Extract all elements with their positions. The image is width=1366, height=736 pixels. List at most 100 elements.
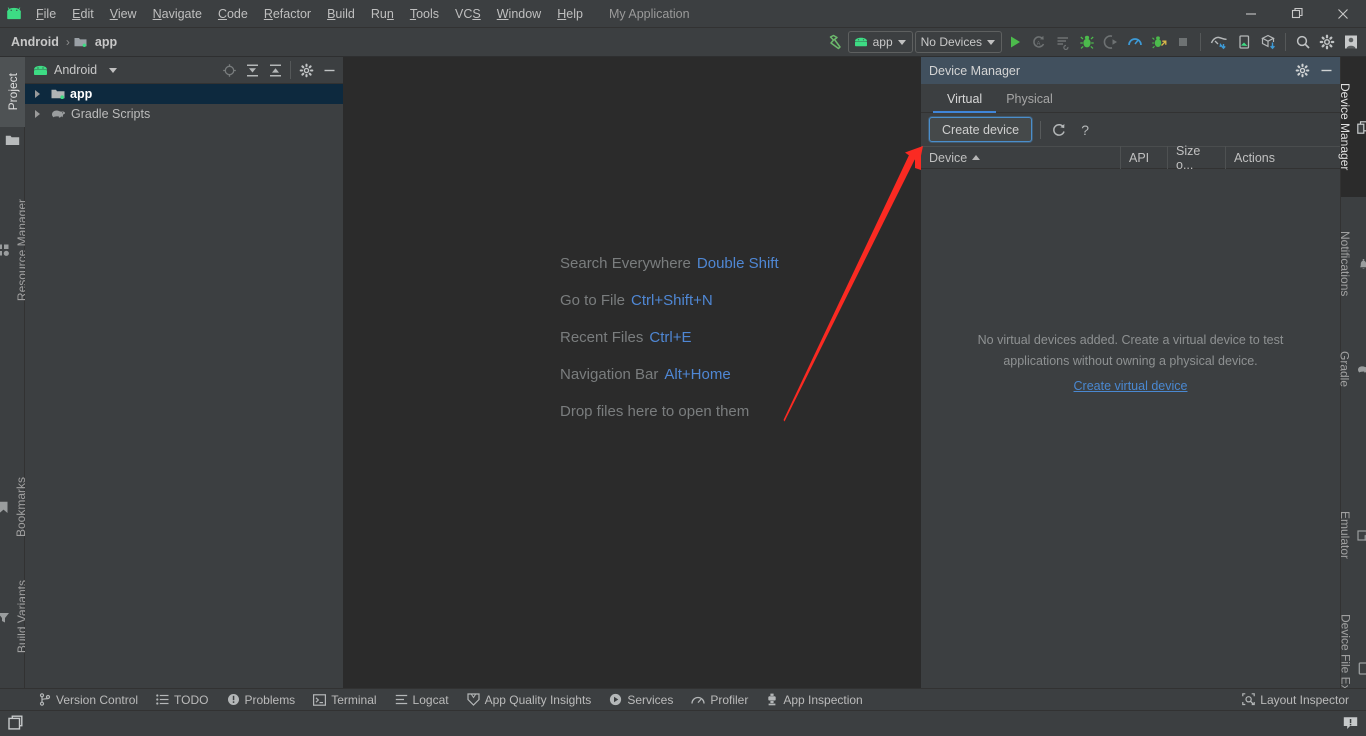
sidebar-item-bookmarks[interactable]: Bookmarks [0, 452, 28, 562]
menu-help[interactable]: Help [549, 0, 591, 28]
tree-item-gradle-scripts-label: Gradle Scripts [71, 107, 151, 121]
resource-manager-icon [0, 244, 10, 257]
bottom-item-layout-inspector[interactable]: Layout Inspector [1233, 689, 1358, 711]
debug-icon[interactable] [1076, 31, 1098, 53]
sidebar-item-notifications[interactable]: Notifications [1338, 205, 1366, 323]
breadcrumb-android[interactable]: Android [8, 33, 62, 51]
run-configuration-selector[interactable]: app [847, 31, 913, 53]
device-manager-toolbar-separator [1040, 120, 1042, 139]
tab-virtual[interactable]: Virtual [932, 92, 997, 113]
attach-debugger-icon[interactable] [1100, 31, 1122, 53]
bottom-item-terminal-label: Terminal [331, 692, 377, 707]
settings-gear-icon[interactable] [1316, 31, 1338, 53]
column-header-actions[interactable]: Actions [1226, 146, 1340, 169]
column-header-size-on-disk[interactable]: Size o... [1168, 144, 1226, 172]
device-selector[interactable]: No Devices [914, 31, 1002, 53]
settings-gear-icon[interactable] [296, 60, 316, 80]
android-head-icon [33, 65, 48, 76]
hint-go-to-file-shortcut: Ctrl+Shift+N [631, 292, 713, 309]
device-table-body: No virtual devices added. Create a virtu… [921, 170, 1340, 688]
bottom-item-logcat[interactable]: Logcat [386, 689, 458, 711]
bottom-bar-right: Layout Inspector [1233, 689, 1366, 711]
menu-window[interactable]: Window [489, 0, 549, 28]
run-with-coverage-icon[interactable] [1052, 31, 1074, 53]
editor-hints: Search Everywhere Double Shift Go to File… [560, 255, 779, 420]
refresh-icon[interactable] [1049, 120, 1069, 140]
tree-item-gradle-scripts[interactable]: Gradle Scripts [25, 104, 343, 124]
hide-icon[interactable] [319, 60, 339, 80]
create-virtual-device-link[interactable]: Create virtual device [1074, 376, 1188, 397]
bottom-item-services[interactable]: Services [600, 689, 682, 711]
stop-icon[interactable] [1172, 31, 1194, 53]
sidebar-item-project[interactable]: Project [0, 57, 25, 127]
device-manager-icon [1357, 120, 1366, 134]
bottom-item-app-inspection[interactable]: App Inspection [757, 689, 871, 711]
notification-balloon-icon[interactable] [1343, 716, 1358, 731]
build-hammer-icon[interactable] [823, 31, 846, 53]
avd-manager-icon[interactable] [1233, 31, 1255, 53]
toggle-toolwindows-icon[interactable] [8, 715, 25, 732]
sdk-manager-icon[interactable] [1207, 31, 1231, 53]
profile-icon[interactable] [1124, 31, 1146, 53]
column-header-actions-label: Actions [1234, 150, 1275, 165]
project-view-selector-label[interactable]: Android [54, 63, 97, 77]
run-icon[interactable] [1004, 31, 1026, 53]
chevron-right-icon[interactable] [35, 90, 40, 98]
tree-item-app[interactable]: app [25, 84, 343, 104]
menu-run[interactable]: Run [363, 0, 402, 28]
bottom-item-profiler[interactable]: Profiler [682, 689, 757, 711]
bottom-item-version-control[interactable]: Version Control [30, 689, 147, 711]
column-header-api[interactable]: API [1121, 146, 1168, 169]
menu-navigate[interactable]: Navigate [145, 0, 210, 28]
expand-all-icon[interactable] [242, 60, 262, 80]
menu-vcs[interactable]: VCS [447, 0, 489, 28]
hint-drop-files: Drop files here to open them [560, 403, 779, 420]
bottom-item-app-quality-insights[interactable]: App Quality Insights [458, 689, 601, 711]
tab-physical[interactable]: Physical [994, 92, 1065, 112]
sidebar-item-emulator[interactable]: Emulator [1338, 485, 1366, 585]
bottom-item-terminal[interactable]: Terminal [304, 689, 385, 711]
search-icon[interactable] [1292, 31, 1314, 53]
breadcrumb-separator: › [65, 35, 70, 49]
minimize-button[interactable] [1228, 0, 1274, 28]
menu-file[interactable]: File [28, 0, 64, 28]
sidebar-item-build-variants[interactable]: Build Variants [0, 562, 29, 672]
maximize-button[interactable] [1274, 0, 1320, 28]
project-folder-icon[interactable] [0, 127, 25, 153]
account-icon[interactable] [1340, 31, 1362, 53]
menu-code[interactable]: Code [210, 0, 256, 28]
bottom-item-version-control-label: Version Control [56, 692, 139, 707]
create-device-button[interactable]: Create device [929, 117, 1033, 142]
settings-gear-icon[interactable] [1292, 61, 1312, 81]
menu-tools[interactable]: Tools [402, 0, 447, 28]
menu-refactor[interactable]: Refactor [256, 0, 319, 28]
status-bar-left [8, 715, 25, 732]
menu-edit[interactable]: Edit [64, 0, 102, 28]
sidebar-item-device-manager-label: Device Manager [1338, 83, 1352, 171]
close-button[interactable] [1320, 0, 1366, 28]
bottom-item-problems[interactable]: Problems [218, 689, 305, 711]
menu-view[interactable]: View [102, 0, 145, 28]
bottom-item-app-inspection-label: App Inspection [783, 692, 863, 707]
bottom-item-todo[interactable]: TODO [147, 689, 217, 711]
sidebar-item-resource-manager[interactable]: Resource Manager [0, 175, 29, 325]
run-profiler-icon[interactable] [1148, 31, 1170, 53]
sidebar-item-gradle[interactable]: Gradle [1337, 325, 1366, 413]
hint-recent-files-action: Recent Files [560, 329, 644, 346]
right-tool-window-bar: Device Manager Notifications Gradle Emul… [1337, 57, 1366, 722]
menu-build[interactable]: Build [319, 0, 363, 28]
sidebar-item-gradle-label: Gradle [1337, 350, 1352, 388]
breadcrumb-app[interactable]: app [74, 33, 120, 51]
chevron-right-icon[interactable] [35, 110, 40, 118]
device-manager-empty-state: No virtual devices added. Create a virtu… [921, 330, 1340, 397]
hide-icon[interactable] [1316, 61, 1336, 81]
collapse-all-icon[interactable] [265, 60, 285, 80]
help-icon[interactable]: ? [1075, 120, 1095, 140]
column-header-device[interactable]: Device [921, 146, 1121, 169]
sync-gradle-icon[interactable] [1257, 31, 1279, 53]
sidebar-item-device-manager[interactable]: Device Manager [1338, 57, 1366, 197]
chevron-down-icon[interactable] [109, 67, 118, 73]
rerun-icon[interactable]: A [1028, 31, 1050, 53]
column-header-device-label: Device [929, 150, 968, 165]
select-opened-file-icon[interactable] [219, 60, 239, 80]
